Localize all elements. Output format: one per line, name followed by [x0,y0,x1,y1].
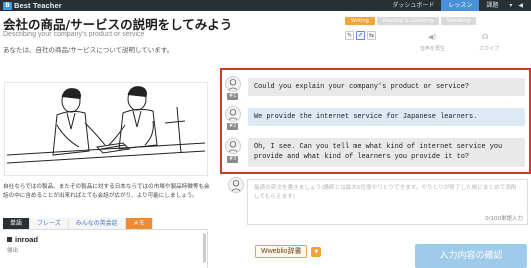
tab-words[interactable]: 単語 [3,218,31,229]
word-count: 0/100単語入力 [485,216,523,222]
turn-number: #3 [227,156,239,163]
nav-dashboard[interactable]: ダッシュボード [385,0,441,11]
tool-row: ✎ ✐ ⇆ [345,31,376,40]
weblio-button[interactable]: Wweblio辞書 [255,245,308,258]
student-message: We provide the internet service for Japa… [248,108,525,126]
list-item[interactable]: inroad [7,235,38,244]
teacher-message: Could you explain your company's product… [248,78,525,96]
tab-memo[interactable]: メモ [125,218,153,229]
nav-lesson[interactable]: レッスン [441,0,480,11]
logo-mark: B [3,1,12,10]
page-description: あなたは、自社の商品/サービスについて説明しています。 [3,46,174,54]
tab-phrases[interactable]: フレーズ [30,218,69,229]
student-avatar [228,177,244,193]
turn-number: #1 [227,93,239,100]
teacher-message: Oh, I see. Can you tell me what kind of … [248,138,525,167]
dialogue-turn: #1 Could you explain your company's prod… [225,76,525,100]
page-subtitle: Describing your company's product or ser… [3,31,145,38]
dialogue-turn: #3 Oh, I see. Can you tell me what kind … [225,136,525,170]
weblio-dictionary: Wweblio辞書 ▼ [255,245,322,258]
tab-speaking[interactable]: Speaking [440,17,477,25]
dialogue-panel: #1 Could you explain your company's prod… [220,68,531,174]
headset-icon[interactable]: ☊ [482,33,488,41]
lesson-illustration [4,82,208,176]
tab-writing[interactable]: Writing [345,17,375,25]
logo-text: Best Teacher [14,1,62,10]
pen-icon[interactable]: ✎ [345,31,354,40]
top-bar: B Best Teacher ダッシュボード レッスン 課題 ▾ ◀ [0,0,531,11]
turn-number: #2 [227,123,239,130]
confirm-input-button[interactable]: 入力内容の確認 [415,244,527,268]
skill-tabs: Writing Reading & Listening Speaking [345,17,477,25]
edit-icon[interactable]: ✐ [356,31,365,40]
word-meaning: 侵出 [7,248,19,254]
link-icon[interactable]: ⇆ [367,31,376,40]
logo[interactable]: B Best Teacher [3,0,62,11]
word-tabs: 単語 フレーズ みんなの英会話 メモ [3,218,208,230]
bullet-icon [7,237,12,242]
teacher-avatar [225,138,241,154]
collapse-arrow-icon[interactable]: ◀ [516,0,525,11]
word-text: inroad [15,235,38,244]
lesson-body-text: 自社ならではの製品、またその製品に対する日本ならではの市場や製品特徴等も会話の中… [3,184,210,199]
teacher-avatar [225,76,241,92]
chevron-down-icon[interactable]: ▼ [311,246,322,257]
answer-placeholder: 最適の英文を書きましょう(講師とは最大5往復やりとりできます。やりとりが終了した… [254,185,517,200]
chevron-down-icon[interactable]: ▾ [505,0,516,11]
scrollbar[interactable] [203,233,206,263]
answer-input[interactable]: 最適の英文を書きましょう(講師とは最大5往復やりとりできます。やりとりが終了した… [247,179,528,225]
word-list: inroad 侵出 [3,231,208,268]
businessmen-illustration [6,86,206,164]
top-nav: ダッシュボード レッスン 課題 ▾ ◀ [385,0,525,11]
tab-community[interactable]: みんなの英会話 [68,218,126,229]
nav-course[interactable]: 課題 [479,0,505,11]
student-avatar [225,106,241,122]
skype-label: スカイプ [479,46,500,52]
audio-label: 音声を再生 [420,46,446,52]
tab-reading-listening[interactable]: Reading & Listening [376,17,439,25]
dialogue-turn: #2 We provide the internet service for J… [225,106,525,130]
speaker-icon[interactable]: ◀) [428,33,436,41]
